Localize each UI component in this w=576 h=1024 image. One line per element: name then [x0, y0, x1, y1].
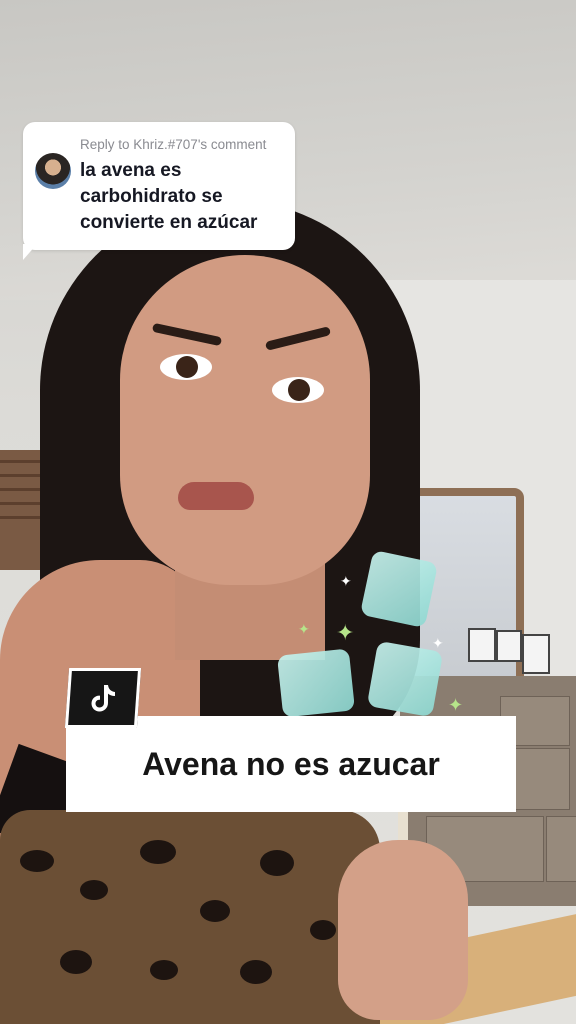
sparkle-icon: ✦: [336, 620, 355, 645]
sparkle-icon: ✦: [448, 695, 464, 715]
comment-bubble-tail: [23, 244, 37, 260]
person-mouth: [178, 482, 254, 510]
sugar-cube-icon: [359, 549, 439, 629]
right-eye: [272, 377, 324, 403]
sparkle-icon: ✦: [340, 573, 352, 589]
person-hand: [338, 840, 468, 1020]
tiktok-logo-icon: [64, 668, 142, 728]
caption-text: Avena no es azucar: [142, 745, 440, 782]
caption-box: Avena no es azucar: [66, 716, 516, 812]
sugar-cube-icon: [366, 640, 444, 718]
sugar-cube-icon: [276, 648, 356, 718]
sparkle-icon: ✦: [298, 621, 310, 637]
sparkle-icon: ✦: [432, 635, 444, 651]
leopard-top: [0, 810, 380, 1024]
person-face: [120, 255, 370, 585]
reply-to-label: Reply to Khriz.#707's comment: [80, 137, 267, 152]
comment-reply-bubble[interactable]: Reply to Khriz.#707's comment la avena e…: [23, 122, 295, 250]
photo-frames: [468, 628, 552, 678]
avatar: [35, 153, 71, 189]
comment-text: la avena es carbohidrato se convierte en…: [80, 160, 258, 233]
left-eye: [160, 354, 212, 380]
